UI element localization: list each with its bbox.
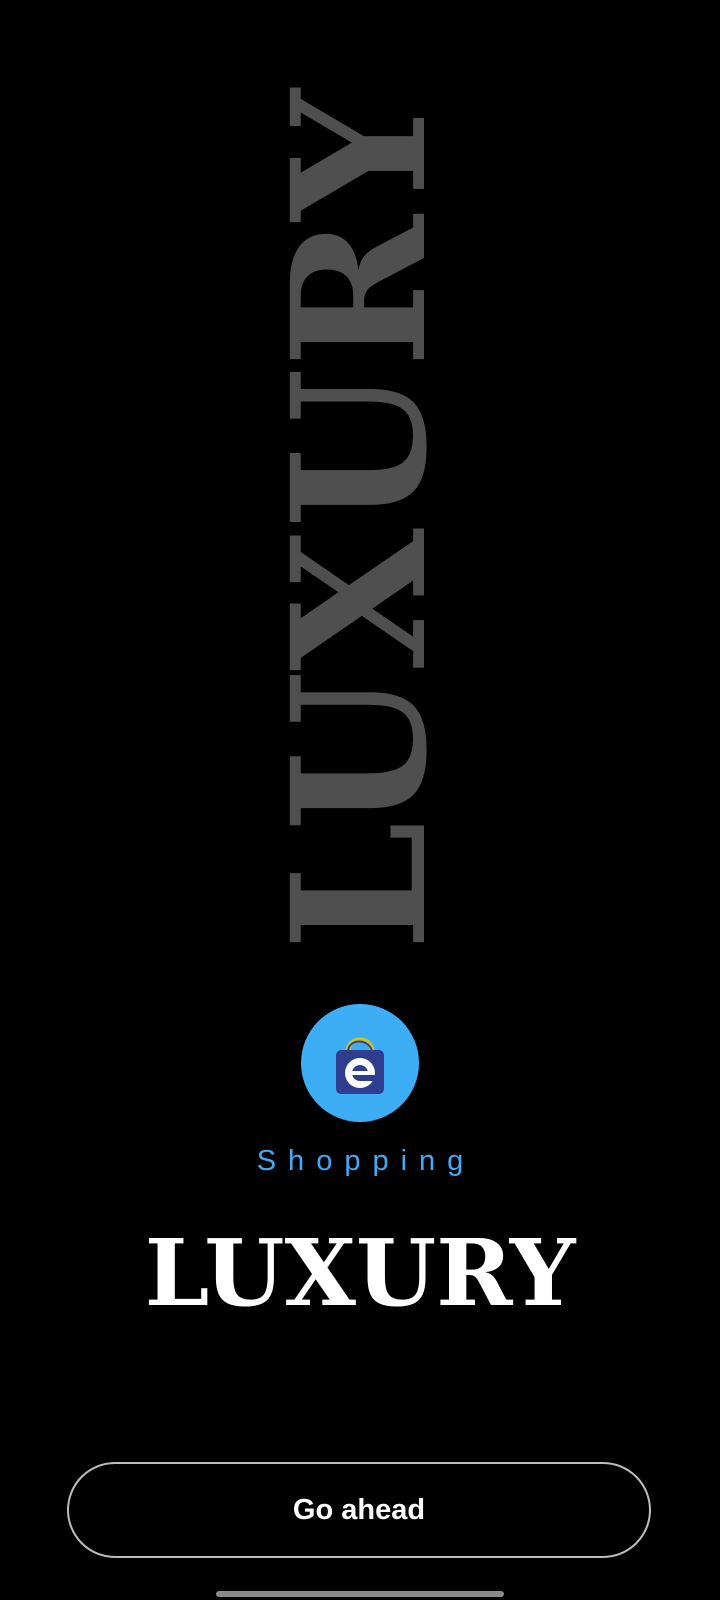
luxury-watermark: LUXURY	[252, 89, 468, 951]
shopping-bag-e-icon	[336, 1037, 384, 1094]
go-ahead-button[interactable]: Go ahead	[67, 1462, 651, 1558]
app-logo	[301, 1004, 419, 1122]
home-indicator[interactable]	[216, 1591, 504, 1597]
brand-title: LUXURY	[144, 1219, 576, 1327]
brand-subtitle: Shopping	[256, 1145, 476, 1177]
